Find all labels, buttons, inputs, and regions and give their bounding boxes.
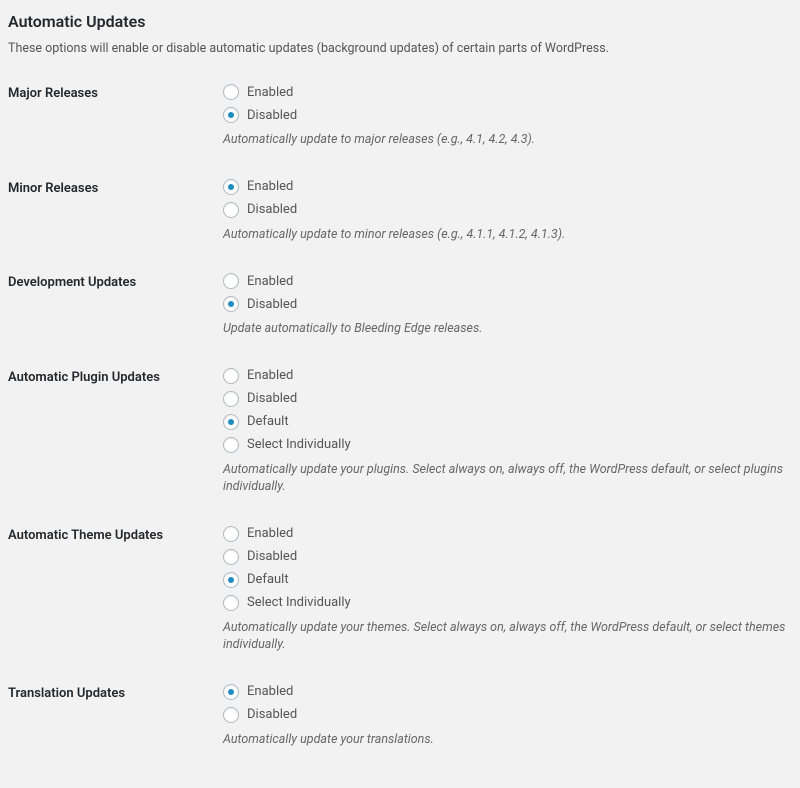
row-dev-updates: Development Updates Enabled Disabled Upd… — [8, 273, 792, 338]
radio-icon — [223, 572, 239, 588]
radio-plugin-disabled[interactable]: Disabled — [223, 391, 792, 407]
desc-plugin: Automatically update your plugins. Selec… — [223, 461, 792, 496]
radio-dev-enabled[interactable]: Enabled — [223, 273, 792, 289]
radio-icon — [223, 437, 239, 453]
radio-label: Enabled — [247, 179, 293, 194]
radio-theme-enabled[interactable]: Enabled — [223, 526, 792, 542]
radio-icon — [223, 391, 239, 407]
radio-icon — [223, 273, 239, 289]
radio-minor-disabled[interactable]: Disabled — [223, 202, 792, 218]
radio-icon — [223, 526, 239, 542]
desc-theme: Automatically update your themes. Select… — [223, 619, 792, 654]
radio-icon — [223, 84, 239, 100]
label-major-releases: Major Releases — [8, 84, 223, 101]
controls-theme-updates: Enabled Disabled Default Select Individu… — [223, 526, 792, 654]
label-translation-updates: Translation Updates — [8, 684, 223, 701]
radio-icon — [223, 707, 239, 723]
radio-label: Select Individually — [247, 437, 351, 452]
radio-icon — [223, 368, 239, 384]
controls-dev-updates: Enabled Disabled Update automatically to… — [223, 273, 792, 338]
row-major-releases: Major Releases Enabled Disabled Automati… — [8, 84, 792, 149]
radio-label: Disabled — [247, 391, 297, 406]
radio-icon — [223, 202, 239, 218]
controls-major-releases: Enabled Disabled Automatically update to… — [223, 84, 792, 149]
desc-minor: Automatically update to minor releases (… — [223, 226, 792, 244]
row-theme-updates: Automatic Theme Updates Enabled Disabled… — [8, 526, 792, 654]
radio-major-enabled[interactable]: Enabled — [223, 84, 792, 100]
radio-icon — [223, 595, 239, 611]
radio-theme-select[interactable]: Select Individually — [223, 595, 792, 611]
radio-label: Disabled — [247, 549, 297, 564]
page-title: Automatic Updates — [8, 12, 792, 31]
radio-label: Disabled — [247, 297, 297, 312]
radio-label: Enabled — [247, 526, 293, 541]
row-translation-updates: Translation Updates Enabled Disabled Aut… — [8, 684, 792, 749]
radio-label: Disabled — [247, 707, 297, 722]
radio-icon — [223, 179, 239, 195]
radio-label: Disabled — [247, 202, 297, 217]
radio-translation-disabled[interactable]: Disabled — [223, 707, 792, 723]
radio-major-disabled[interactable]: Disabled — [223, 107, 792, 123]
radio-translation-enabled[interactable]: Enabled — [223, 684, 792, 700]
radio-label: Enabled — [247, 85, 293, 100]
radio-icon — [223, 549, 239, 565]
radio-plugin-enabled[interactable]: Enabled — [223, 368, 792, 384]
radio-plugin-select[interactable]: Select Individually — [223, 437, 792, 453]
radio-icon — [223, 414, 239, 430]
radio-label: Enabled — [247, 274, 293, 289]
controls-plugin-updates: Enabled Disabled Default Select Individu… — [223, 368, 792, 496]
label-plugin-updates: Automatic Plugin Updates — [8, 368, 223, 385]
desc-translation: Automatically update your translations. — [223, 731, 792, 749]
desc-major: Automatically update to major releases (… — [223, 131, 792, 149]
label-theme-updates: Automatic Theme Updates — [8, 526, 223, 543]
radio-dev-disabled[interactable]: Disabled — [223, 296, 792, 312]
controls-minor-releases: Enabled Disabled Automatically update to… — [223, 179, 792, 244]
desc-dev: Update automatically to Bleeding Edge re… — [223, 320, 792, 338]
radio-theme-default[interactable]: Default — [223, 572, 792, 588]
radio-icon — [223, 684, 239, 700]
label-minor-releases: Minor Releases — [8, 179, 223, 196]
radio-label: Default — [247, 414, 289, 429]
radio-label: Disabled — [247, 108, 297, 123]
page-description: These options will enable or disable aut… — [8, 41, 792, 56]
row-plugin-updates: Automatic Plugin Updates Enabled Disable… — [8, 368, 792, 496]
radio-label: Default — [247, 572, 289, 587]
radio-label: Enabled — [247, 684, 293, 699]
radio-label: Select Individually — [247, 595, 351, 610]
radio-minor-enabled[interactable]: Enabled — [223, 179, 792, 195]
label-dev-updates: Development Updates — [8, 273, 223, 290]
radio-plugin-default[interactable]: Default — [223, 414, 792, 430]
radio-icon — [223, 107, 239, 123]
radio-label: Enabled — [247, 368, 293, 383]
controls-translation-updates: Enabled Disabled Automatically update yo… — [223, 684, 792, 749]
row-minor-releases: Minor Releases Enabled Disabled Automati… — [8, 179, 792, 244]
radio-theme-disabled[interactable]: Disabled — [223, 549, 792, 565]
radio-icon — [223, 296, 239, 312]
